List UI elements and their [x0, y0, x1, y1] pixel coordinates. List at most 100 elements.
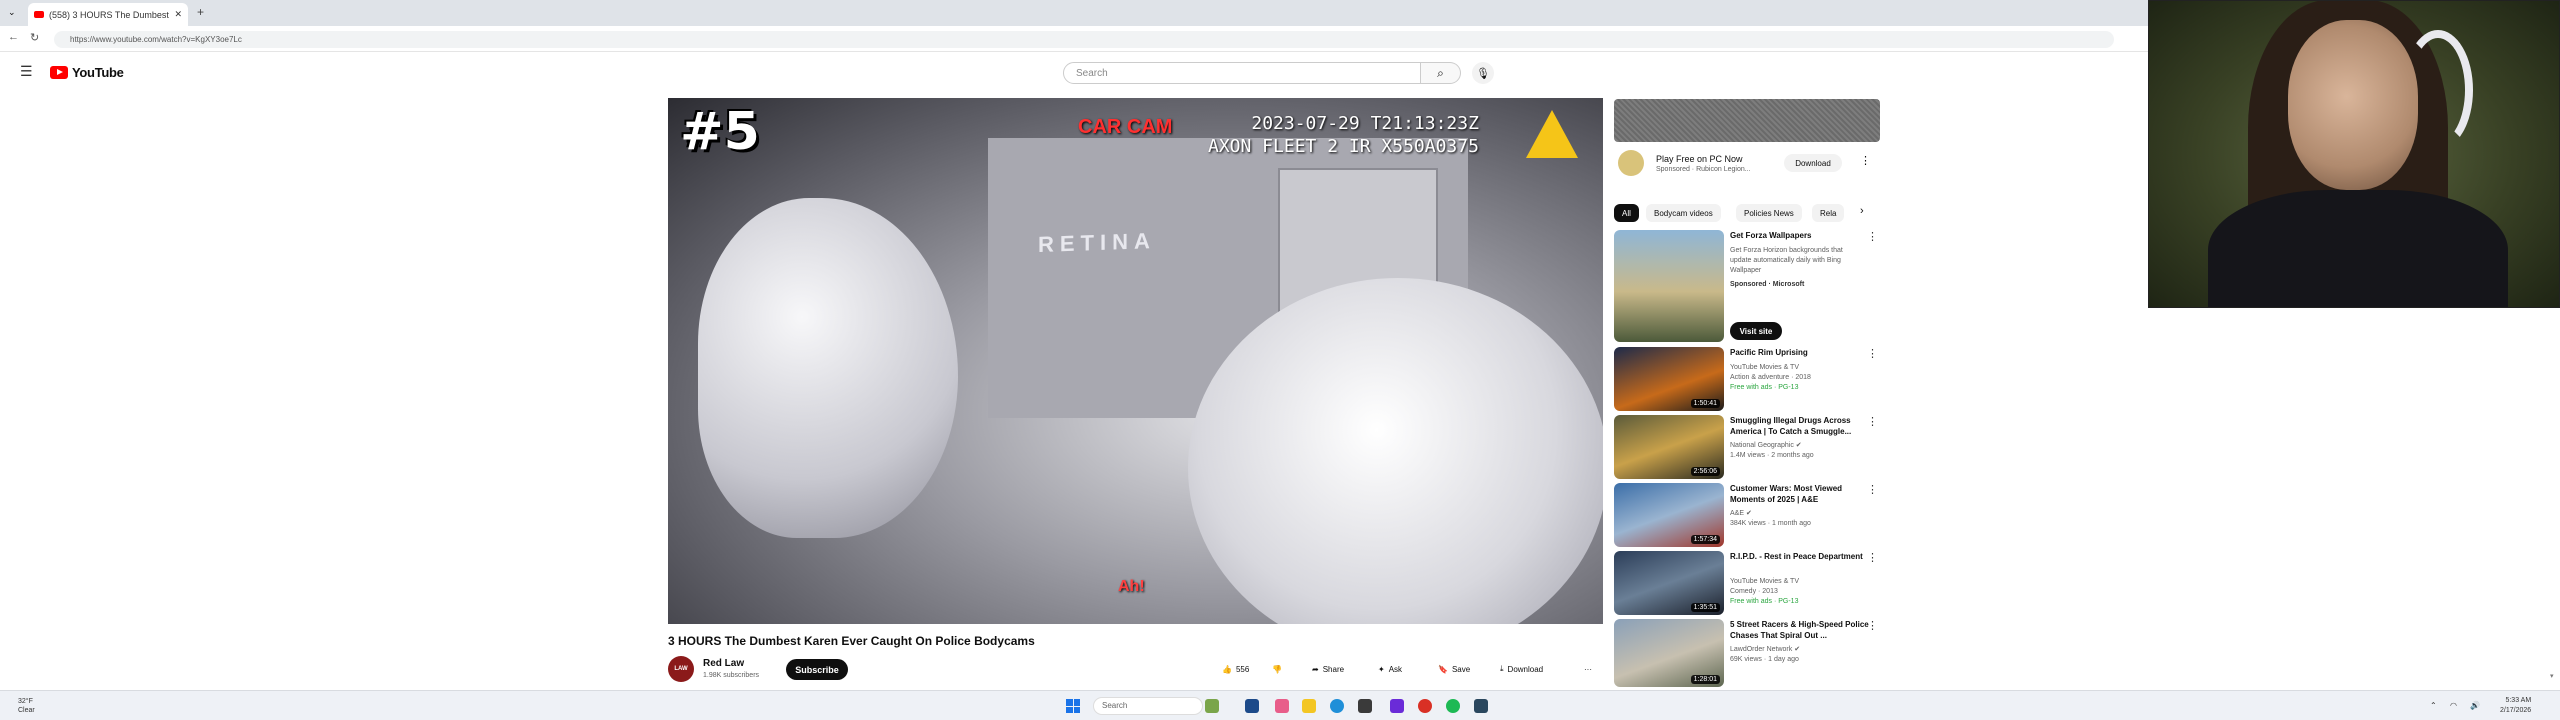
rec-meta: YouTube Movies & TV: [1730, 364, 1800, 371]
search-input[interactable]: Search: [1063, 62, 1421, 84]
ask-label: Ask: [1388, 664, 1403, 674]
wifi-icon[interactable]: ◠: [2450, 701, 2457, 710]
rec-meta: Action & adventure · 2018: [1730, 374, 1811, 381]
more-options-icon[interactable]: ⋮: [1867, 483, 1878, 496]
list-item[interactable]: Get Forza Wallpapers Get Forza Horizon b…: [1614, 230, 1884, 345]
reload-icon[interactable]: ↻: [30, 31, 39, 44]
ask-button[interactable]: ✦ Ask: [1372, 660, 1408, 678]
channel-name[interactable]: Red Law: [703, 658, 744, 669]
channel-avatar[interactable]: LAW: [668, 656, 694, 682]
youtube-play-icon: [50, 66, 68, 79]
menu-icon[interactable]: ☰: [20, 63, 33, 80]
weather-widget[interactable]: 32°F Clear: [18, 697, 35, 715]
ad-sponsor: Sponsored · Rubicon Legion...: [1656, 166, 1751, 173]
app-icon[interactable]: [1390, 699, 1404, 713]
rec-thumbnail[interactable]: 1:35:51: [1614, 551, 1724, 615]
more-options-icon[interactable]: ⋮: [1867, 347, 1878, 360]
like-button[interactable]: 👍 556: [1216, 660, 1255, 678]
more-options-icon[interactable]: ⋮: [1867, 551, 1878, 564]
app-icon[interactable]: [1205, 699, 1219, 713]
chip-bodycam-videos[interactable]: Bodycam videos: [1646, 204, 1721, 222]
more-options-icon[interactable]: ⋮: [1867, 415, 1878, 428]
save-label: Save: [1451, 664, 1471, 674]
video-car-cam-label: CAR CAM: [1078, 116, 1173, 138]
ad-download-button[interactable]: Download: [1784, 154, 1842, 172]
task-view-icon[interactable]: [1245, 699, 1259, 713]
search-button[interactable]: ⌕: [1421, 62, 1461, 84]
file-explorer-icon[interactable]: [1302, 699, 1316, 713]
ad-title: Play Free on PC Now: [1656, 154, 1743, 164]
address-bar-row: ← ↻ https://www.youtube.com/watch?v=KgXY…: [0, 26, 2148, 52]
rec-meta: Free with ads · PG-13: [1730, 384, 1799, 391]
list-item[interactable]: 2:56:06 Smuggling Illegal Drugs Across A…: [1614, 415, 1884, 479]
rec-thumbnail[interactable]: 1:50:41: [1614, 347, 1724, 411]
rec-thumbnail[interactable]: [1614, 230, 1724, 342]
video-person-head: [698, 198, 958, 538]
save-button[interactable]: 🔖 Save: [1432, 660, 1476, 678]
more-options-icon[interactable]: ⋮: [1867, 619, 1878, 632]
more-options-icon[interactable]: ⋮: [1867, 230, 1878, 243]
video-timestamp-block: 2023-07-29 T21:13:23Z AXON FLEET 2 IR X5…: [1208, 112, 1479, 158]
rec-thumbnail[interactable]: 1:28:01: [1614, 619, 1724, 687]
rec-title[interactable]: Get Forza Wallpapers: [1730, 230, 1870, 241]
voice-search-button[interactable]: 🎙: [1472, 62, 1494, 84]
clock[interactable]: 5:33 AM 2/17/2026: [2500, 696, 2531, 716]
download-icon: ⤓: [1500, 664, 1504, 673]
rec-title[interactable]: R.I.P.D. - Rest in Peace Department: [1730, 551, 1870, 562]
app-icon[interactable]: [1275, 699, 1289, 713]
tray-chevron-icon[interactable]: ⌃: [2430, 701, 2437, 710]
rec-title[interactable]: 5 Street Racers & High-Speed Police Chas…: [1730, 619, 1870, 641]
download-button[interactable]: ⤓ Download: [1494, 660, 1549, 678]
windows-start-icon[interactable]: [1066, 699, 1080, 713]
weather-temp: 32°F: [18, 698, 33, 705]
thumbs-down-icon: 👎: [1272, 664, 1282, 674]
video-player[interactable]: RETINA #5 CAR CAM 2023-07-29 T21:13:23Z …: [668, 98, 1603, 624]
rec-title[interactable]: Customer Wars: Most Viewed Moments of 20…: [1730, 483, 1870, 505]
edge-icon[interactable]: [1330, 699, 1344, 713]
list-item[interactable]: 1:50:41 Pacific Rim Uprising YouTube Mov…: [1614, 347, 1884, 411]
new-tab-button[interactable]: +: [197, 5, 204, 19]
video-subtitle: Ah!: [1118, 578, 1145, 595]
rec-title[interactable]: Pacific Rim Uprising: [1730, 347, 1870, 358]
close-icon[interactable]: ✕: [174, 9, 182, 20]
rec-meta: A&E ✔: [1730, 510, 1752, 517]
rec-thumbnail[interactable]: 1:57:34: [1614, 483, 1724, 547]
rec-duration: 1:57:34: [1690, 535, 1720, 544]
clock-time: 5:33 AM: [2505, 697, 2532, 704]
rec-title[interactable]: Smuggling Illegal Drugs Across America |…: [1730, 415, 1870, 437]
list-item[interactable]: 1:28:01 5 Street Racers & High-Speed Pol…: [1614, 619, 1884, 687]
chip-all[interactable]: All: [1614, 204, 1639, 222]
dislike-button[interactable]: 👎: [1266, 660, 1288, 678]
list-item[interactable]: 1:57:34 Customer Wars: Most Viewed Momen…: [1614, 483, 1884, 547]
rec-thumbnail[interactable]: 2:56:06: [1614, 415, 1724, 479]
list-item[interactable]: 1:35:51 R.I.P.D. - Rest in Peace Departm…: [1614, 551, 1884, 615]
app-icon[interactable]: [1358, 699, 1372, 713]
more-actions-button[interactable]: ···: [1578, 660, 1598, 678]
ad-banner[interactable]: [1614, 99, 1880, 142]
steam-icon[interactable]: [1474, 699, 1488, 713]
youtube-logo[interactable]: YouTube: [50, 65, 124, 80]
thumbs-up-icon: 👍: [1222, 664, 1232, 674]
chrome-icon[interactable]: [1418, 699, 1432, 713]
chip-related[interactable]: Rela: [1812, 204, 1845, 222]
rec-meta: update automatically daily with Bing: [1730, 257, 1841, 264]
subscribe-button[interactable]: Subscribe: [786, 659, 848, 680]
ad-more-icon[interactable]: ⋮: [1860, 154, 1871, 167]
taskbar-search[interactable]: Search: [1093, 697, 1203, 715]
url-field[interactable]: https://www.youtube.com/watch?v=KgXY3oe7…: [54, 31, 2114, 48]
volume-icon[interactable]: 🔊: [2470, 701, 2480, 710]
chip-policies-news[interactable]: Policies News: [1736, 204, 1802, 222]
tab-list-icon[interactable]: ⌄: [8, 7, 16, 18]
channel-subscriber-count: 1.98K subscribers: [703, 672, 760, 679]
browser-tab[interactable]: (558) 3 HOURS The Dumbest ✕: [28, 3, 188, 26]
ad-row[interactable]: Play Free on PC Now Sponsored · Rubicon …: [1614, 146, 1880, 186]
share-button[interactable]: ➦ Share: [1306, 660, 1350, 678]
spotify-icon[interactable]: [1446, 699, 1460, 713]
scroll-down-icon[interactable]: ▾: [2550, 672, 2554, 680]
download-label: Download: [1507, 664, 1544, 674]
webcam-frame: [2148, 0, 2560, 308]
ad-logo-icon: [1618, 150, 1644, 176]
back-icon[interactable]: ←: [8, 31, 19, 43]
visit-site-button[interactable]: Visit site: [1730, 322, 1782, 340]
chevron-right-icon[interactable]: ›: [1860, 205, 1864, 217]
